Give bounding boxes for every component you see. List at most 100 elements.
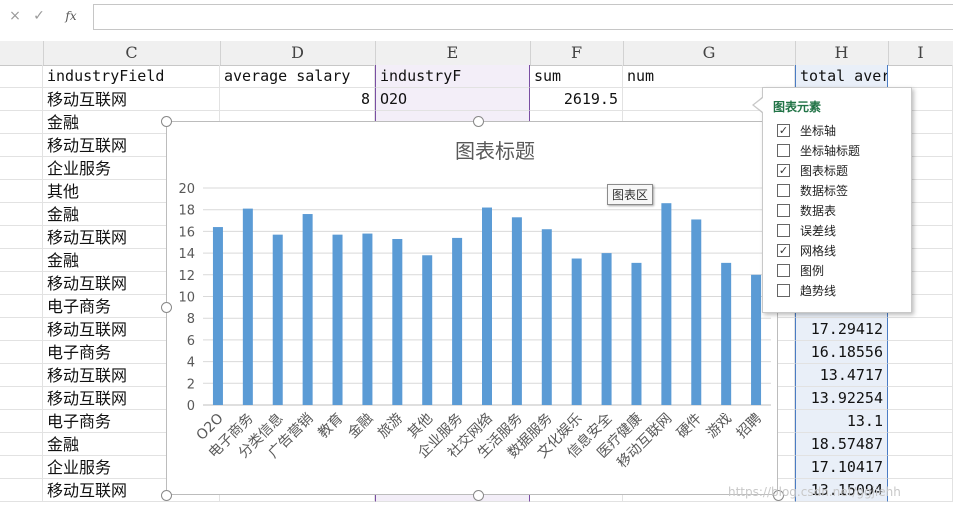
- y-tick-label: 16: [178, 225, 195, 240]
- checkbox-icon[interactable]: [777, 284, 790, 297]
- chart-element-option[interactable]: ✓ 网格线: [777, 242, 836, 260]
- chart-element-label: 数据表: [800, 204, 837, 218]
- chart-element-option[interactable]: 数据标签: [777, 182, 848, 200]
- chart-element-option[interactable]: ✓ 坐标轴: [777, 122, 836, 140]
- cell-i[interactable]: [888, 410, 953, 433]
- cell-h[interactable]: 13.4717: [795, 364, 888, 387]
- checkbox-checked-icon[interactable]: ✓: [777, 244, 790, 257]
- cell-b[interactable]: [0, 65, 43, 88]
- cell-b[interactable]: [0, 203, 43, 226]
- column-header-i[interactable]: I: [888, 41, 953, 65]
- cell-e[interactable]: O2O: [375, 88, 530, 111]
- column-header-g[interactable]: G: [623, 41, 796, 65]
- formula-input[interactable]: [93, 4, 953, 30]
- cell-h[interactable]: 13.1: [795, 410, 888, 433]
- chart-element-label: 图表标题: [800, 164, 849, 178]
- checkbox-checked-icon[interactable]: ✓: [777, 124, 790, 137]
- cell-b[interactable]: [0, 249, 43, 272]
- cell-b[interactable]: [0, 272, 43, 295]
- chart-element-option[interactable]: 趋势线: [777, 282, 836, 300]
- formula-bar: × ✓ fx: [0, 0, 953, 34]
- checkbox-icon[interactable]: [777, 224, 790, 237]
- cell-i[interactable]: [888, 387, 953, 410]
- cell-h[interactable]: 13.92254: [795, 387, 888, 410]
- column-header-c[interactable]: C: [43, 41, 221, 65]
- cell-b[interactable]: [0, 295, 43, 318]
- resize-handle-bl[interactable]: [161, 490, 172, 501]
- checkbox-icon[interactable]: [777, 204, 790, 217]
- column-header-f[interactable]: F: [530, 41, 624, 65]
- cell-b[interactable]: [0, 410, 43, 433]
- chart-element-option[interactable]: 数据表: [777, 202, 836, 220]
- bar: [272, 234, 283, 405]
- cell-b[interactable]: [0, 456, 43, 479]
- cell-d[interactable]: 8: [220, 88, 375, 111]
- cell-f[interactable]: 2619.5: [530, 88, 623, 111]
- bar: [362, 233, 373, 405]
- bar: [541, 229, 552, 405]
- bar: [452, 237, 463, 405]
- bar: [242, 208, 253, 405]
- cancel-icon[interactable]: ×: [4, 6, 26, 26]
- checkbox-icon[interactable]: [777, 264, 790, 277]
- resize-handle-tl[interactable]: [161, 116, 172, 127]
- y-tick-label: 6: [187, 334, 195, 349]
- checkbox-checked-icon[interactable]: ✓: [777, 164, 790, 177]
- cell-i[interactable]: [888, 456, 953, 479]
- chart-area-tooltip: 图表区: [607, 184, 654, 205]
- cell-h[interactable]: 18.57487: [795, 433, 888, 456]
- cell-b[interactable]: [0, 318, 43, 341]
- checkbox-icon[interactable]: [777, 184, 790, 197]
- y-tick-label: 20: [178, 182, 195, 197]
- cell-f[interactable]: sum: [530, 65, 623, 88]
- cell-i[interactable]: [888, 433, 953, 456]
- chart-element-option[interactable]: 坐标轴标题: [777, 142, 860, 160]
- cell-b[interactable]: [0, 180, 43, 203]
- cell-h[interactable]: 16.18556: [795, 341, 888, 364]
- cell-e[interactable]: industryF: [375, 65, 530, 88]
- cell-b[interactable]: [0, 88, 43, 111]
- resize-handle-ml[interactable]: [161, 302, 172, 313]
- bar: [721, 262, 732, 405]
- cell-b[interactable]: [0, 226, 43, 249]
- cell-b[interactable]: [0, 364, 43, 387]
- x-tick-label: 游戏: [704, 411, 735, 442]
- cell-b[interactable]: [0, 111, 43, 134]
- cell-b[interactable]: [0, 134, 43, 157]
- confirm-icon[interactable]: ✓: [28, 6, 50, 26]
- bar: [601, 253, 612, 405]
- column-header-h[interactable]: H: [795, 41, 889, 65]
- chart-element-option[interactable]: 图例: [777, 262, 824, 280]
- cell-h[interactable]: 17.10417: [795, 456, 888, 479]
- chart-element-option[interactable]: ✓ 图表标题: [777, 162, 848, 180]
- checkbox-icon[interactable]: [777, 144, 790, 157]
- y-tick-label: 14: [178, 247, 195, 262]
- column-header-e[interactable]: E: [375, 41, 531, 65]
- cell-b[interactable]: [0, 387, 43, 410]
- x-tick-label: 招聘: [734, 411, 765, 442]
- cell-h[interactable]: total average: [795, 65, 888, 88]
- column-header-b[interactable]: [0, 41, 44, 65]
- cell-i[interactable]: [888, 341, 953, 364]
- column-header-d[interactable]: D: [220, 41, 376, 65]
- cell-c[interactable]: industryField: [43, 65, 220, 88]
- resize-handle-bc[interactable]: [473, 490, 484, 501]
- cell-i[interactable]: [888, 65, 953, 88]
- cell-b[interactable]: [0, 341, 43, 364]
- cell-i[interactable]: [888, 364, 953, 387]
- cell-h[interactable]: 17.29412: [795, 318, 888, 341]
- chart-area[interactable]: 图表标题 0 2 4 6 8 10 12 14 16 18 20 O2O 电子商务 分类信息 广告营销 教育 金融…: [166, 121, 778, 495]
- cell-g[interactable]: num: [623, 65, 795, 88]
- cell-b[interactable]: [0, 433, 43, 456]
- cell-b[interactable]: [0, 479, 43, 502]
- panel-title: 图表元素: [773, 100, 822, 114]
- cell-c[interactable]: 移动互联网: [43, 88, 220, 111]
- cell-b[interactable]: [0, 157, 43, 180]
- resize-handle-tc[interactable]: [473, 116, 484, 127]
- chart-element-label: 趋势线: [800, 284, 837, 298]
- cell-d[interactable]: average salary: [220, 65, 375, 88]
- cell-i[interactable]: [888, 318, 953, 341]
- insert-function-button[interactable]: fx: [60, 6, 82, 26]
- chart-element-option[interactable]: 误差线: [777, 222, 836, 240]
- column-header-bar: C D E F G H I: [0, 41, 953, 66]
